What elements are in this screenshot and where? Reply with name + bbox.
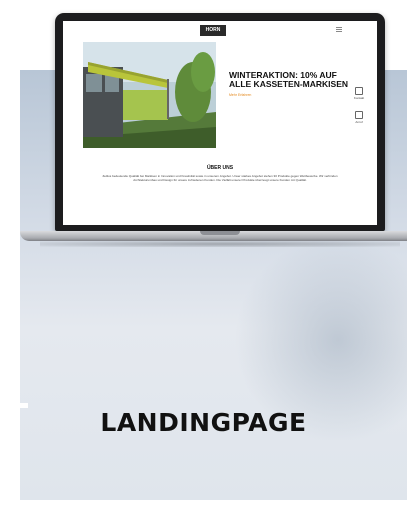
call-button[interactable]: Anruf [352,111,366,127]
menu-icon[interactable] [335,26,343,35]
contact-label: Kontakt [353,96,365,100]
laptop-shadow [40,241,400,247]
laptop-notch [200,231,240,235]
hero-text: WINTERAKTION: 10% AUF ALLE KASSETEN-MARK… [229,70,349,98]
laptop-screen: HORN WINTERAKTION: 10% AUF ALLE KASSETEN… [63,21,377,225]
site-header: HORN [63,21,377,41]
about-title: ÜBER UNS [206,165,234,171]
site-logo[interactable]: HORN [200,25,226,36]
page-title: LANDINGPAGE [100,408,307,437]
hero-link[interactable]: Mehr Erfahren [229,93,349,97]
hero-image [83,42,216,148]
phone-icon [355,111,363,119]
call-label: Anruf [355,120,363,124]
contact-button[interactable]: Kontakt [352,87,366,103]
contact-icon [355,87,363,95]
hero-headline: WINTERAKTION: 10% AUF ALLE KASSETEN-MARK… [229,70,349,89]
about-text: Zeitlos bedeutende Qualität bei Markisen… [102,174,338,182]
